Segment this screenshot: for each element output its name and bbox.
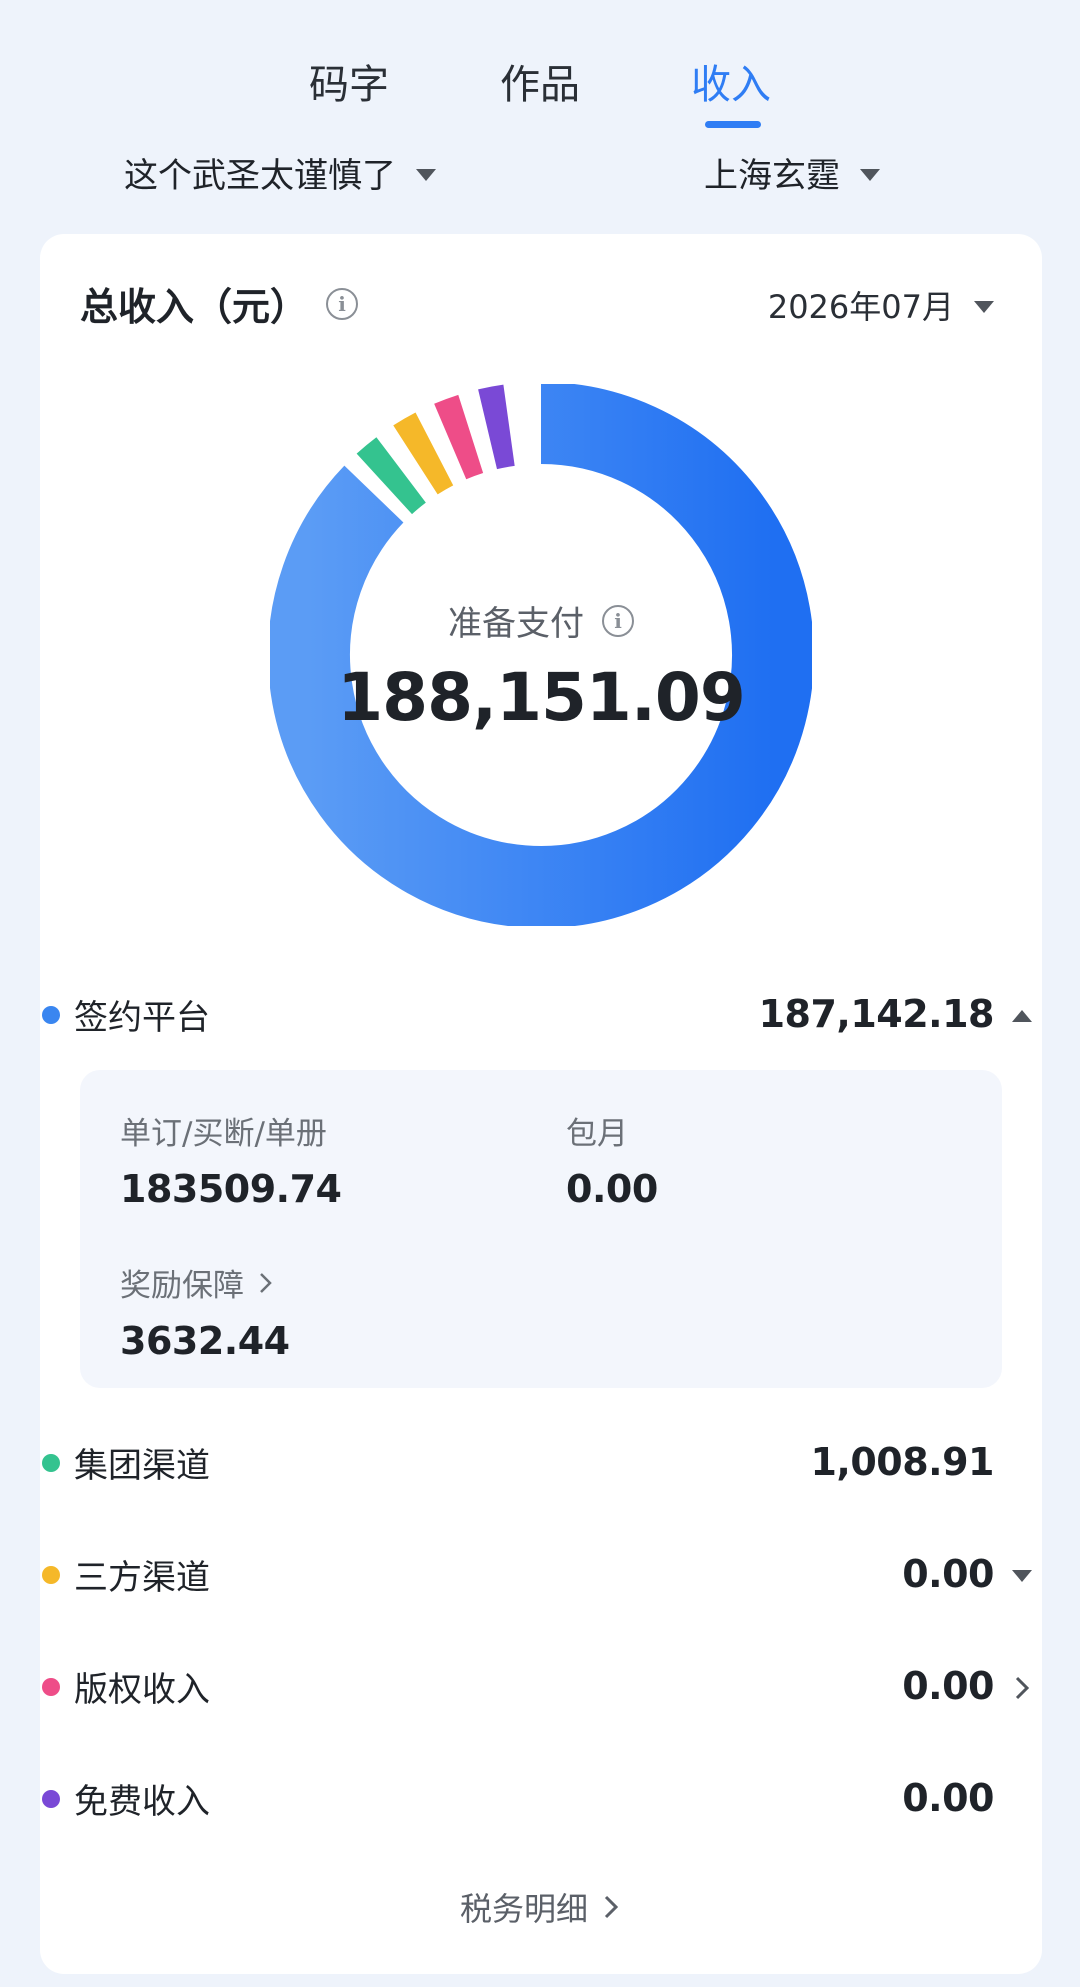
dropdown-arrow-icon <box>860 168 880 181</box>
row-label: 三方渠道 <box>74 1558 210 1598</box>
row-label: 签约平台 <box>74 998 210 1038</box>
triangle-up-icon[interactable] <box>1008 1002 1036 1030</box>
publisher-selector-label: 上海玄霆 <box>704 156 840 196</box>
legend-dot <box>42 1006 60 1024</box>
signed-platform-breakdown: 单订/买断/单册 183509.74 包月 0.00 奖励保障 3632.44 <box>80 1070 1002 1388</box>
publisher-selector[interactable]: 上海玄霆 <box>704 148 880 197</box>
income-row-third-party[interactable]: 三方渠道 0.00 <box>40 1548 1042 1608</box>
donut-center: 准备支付 i 188,151.09 <box>270 596 812 736</box>
donut-segment-5 <box>478 384 516 470</box>
single-purchase-label: 单订/买断/单册 <box>120 1116 327 1152</box>
reward-label: 奖励保障 <box>120 1268 244 1304</box>
legend-dot <box>42 1790 60 1808</box>
info-icon[interactable]: i <box>602 604 634 637</box>
active-tab-indicator <box>705 121 761 128</box>
row-label: 版权收入 <box>74 1670 210 1710</box>
row-label: 集团渠道 <box>74 1446 210 1486</box>
tab-works[interactable]: 作品 <box>500 52 580 110</box>
donut-segment-2 <box>356 437 427 515</box>
single-purchase-value: 183509.74 <box>120 1167 342 1211</box>
center-total-value: 188,151.09 <box>337 659 746 736</box>
book-selector[interactable]: 这个武圣太谨慎了 <box>124 148 436 197</box>
income-row-free[interactable]: 免费收入 0.00 <box>40 1772 1042 1832</box>
chevron-right-icon <box>604 1895 619 1919</box>
reward-item[interactable]: 奖励保障 3632.44 <box>120 1260 290 1363</box>
row-value: 187,142.18 <box>758 992 995 1036</box>
monthly-label: 包月 <box>566 1116 628 1152</box>
dropdown-arrow-icon <box>974 301 994 313</box>
chevron-right-icon <box>260 1272 272 1293</box>
reward-value: 3632.44 <box>120 1319 290 1363</box>
top-tab-bar: 码字 作品 收入 <box>0 52 1080 132</box>
month-label: 2026年07月 <box>767 288 954 326</box>
row-label: 免费收入 <box>74 1782 210 1822</box>
tab-income[interactable]: 收入 <box>691 52 771 110</box>
chevron-right-icon[interactable] <box>1008 1674 1036 1702</box>
income-card: 总收入（元） i 2026年07月 准备支付 i 188,151.09 签约平台… <box>40 234 1042 1974</box>
legend-dot <box>42 1566 60 1584</box>
row-value: 0.00 <box>902 1552 994 1596</box>
income-row-copyright[interactable]: 版权收入 0.00 <box>40 1660 1042 1720</box>
legend-dot <box>42 1454 60 1472</box>
income-row-signed-platform[interactable]: 签约平台 187,142.18 <box>40 988 1042 1048</box>
monthly-value: 0.00 <box>566 1167 658 1211</box>
card-title: 总收入（元） i <box>80 276 359 331</box>
month-selector[interactable]: 2026年07月 <box>768 282 994 328</box>
prepare-pay-label: 准备支付 <box>448 604 584 644</box>
book-selector-label: 这个武圣太谨慎了 <box>124 156 396 196</box>
row-value: 0.00 <box>902 1776 994 1820</box>
triangle-down-icon[interactable] <box>1008 1562 1036 1590</box>
single-purchase-item: 单订/买断/单册 183509.74 <box>120 1108 342 1211</box>
monthly-item: 包月 0.00 <box>566 1108 658 1211</box>
reward-label-wrap: 奖励保障 <box>120 1260 290 1305</box>
income-row-group-channel[interactable]: 集团渠道 1,008.91 <box>40 1436 1042 1496</box>
tax-detail-link[interactable]: 税务明细 <box>40 1884 1042 1930</box>
dropdown-arrow-icon <box>416 168 436 181</box>
center-label: 准备支付 i <box>448 596 634 645</box>
info-icon[interactable]: i <box>326 287 359 320</box>
legend-dot <box>42 1678 60 1696</box>
tax-detail-label: 税务明细 <box>459 1890 588 1928</box>
donut-segment-3 <box>393 412 454 495</box>
row-value: 1,008.91 <box>810 1440 994 1484</box>
donut-segment-4 <box>434 394 484 480</box>
total-income-title: 总收入（元） <box>80 285 309 329</box>
tab-writing[interactable]: 码字 <box>309 52 389 110</box>
income-donut-chart: 准备支付 i 188,151.09 <box>268 382 814 928</box>
row-value: 0.00 <box>902 1664 994 1708</box>
